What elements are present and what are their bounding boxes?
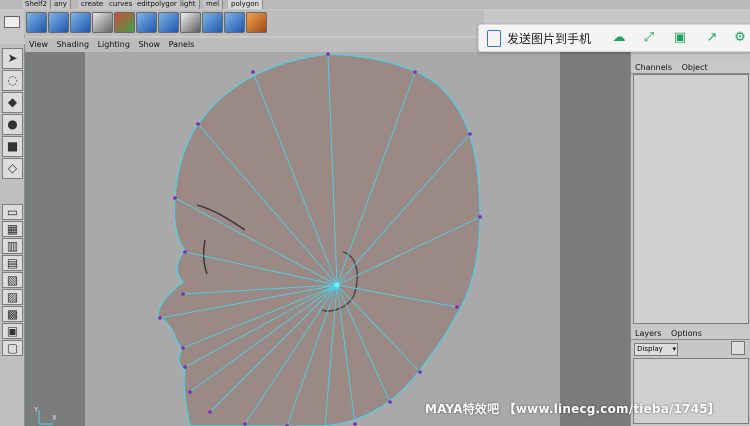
- tab-object[interactable]: Object: [682, 63, 708, 72]
- poly-checker-icon[interactable]: [92, 12, 113, 33]
- poly-cylinder-icon[interactable]: [70, 12, 91, 33]
- display-dropdown[interactable]: Display ▾: [634, 343, 678, 356]
- cloud-icon[interactable]: ☁: [611, 30, 627, 46]
- viewport-scene: Y X: [33, 52, 560, 426]
- split-layout-icon[interactable]: ▥: [2, 238, 23, 254]
- new-layer-icon[interactable]: [731, 341, 745, 355]
- poly-plane-icon[interactable]: [48, 12, 69, 33]
- combine-icon[interactable]: [246, 12, 267, 33]
- graph-layout-icon[interactable]: ▧: [2, 272, 23, 288]
- viewport-canvas[interactable]: Y X: [25, 52, 630, 426]
- display-dropdown-value: Display: [637, 345, 663, 353]
- tab-channels[interactable]: Channels: [635, 63, 672, 72]
- fullscreen-icon[interactable]: ⤢: [641, 30, 657, 46]
- toolbox: ➤ ◌ ◆ ● ■ ◇ ▭ ▦ ▥ ▤ ▧ ▨ ▩ ▣ ▢: [0, 44, 25, 426]
- merge-vertices-icon[interactable]: [180, 12, 201, 33]
- shelf-tab-any[interactable]: any: [51, 0, 71, 9]
- layer-editor-header: Layers Options: [631, 328, 750, 340]
- menu-panels[interactable]: Panels: [169, 40, 195, 49]
- menu-view[interactable]: View: [29, 40, 48, 49]
- phone-send-icon[interactable]: [487, 30, 501, 47]
- manipulator-tool-icon[interactable]: ◇: [2, 158, 23, 179]
- shelf-menu-icon: [4, 16, 20, 28]
- shelf-tab-create[interactable]: create: [78, 0, 108, 9]
- shelf-tab-editpolygon[interactable]: editpolygon: [134, 0, 183, 9]
- scale-tool-icon[interactable]: ■: [2, 136, 23, 157]
- menu-lighting[interactable]: Lighting: [98, 40, 130, 49]
- viewport-menu-bar: View Shading Lighting Show Panels: [25, 40, 196, 52]
- settings-gear-icon[interactable]: ⚙: [732, 30, 748, 46]
- shelf-tab-shelf2[interactable]: Shelf2: [22, 0, 52, 9]
- rotate-tool-icon[interactable]: ●: [2, 114, 23, 135]
- menu-shading[interactable]: Shading: [57, 40, 90, 49]
- custom-layout-icon[interactable]: ▢: [2, 340, 23, 356]
- share-icon[interactable]: ↗: [704, 30, 720, 46]
- send-to-phone-toolbar: 发送图片到手机 ☁ ⤢ ▣ ↗ ⚙: [478, 24, 750, 52]
- move-tool-icon[interactable]: ◆: [2, 92, 23, 113]
- select-tool-icon[interactable]: ➤: [2, 48, 23, 69]
- single-view-layout-icon[interactable]: ▭: [2, 204, 23, 220]
- axis-x-label: X: [52, 414, 57, 422]
- bevel-icon[interactable]: [224, 12, 245, 33]
- shelf-tab-polygon[interactable]: polygon: [228, 0, 263, 9]
- watermark-text: MAYA特效吧 【www.linecg.com/tieba/1745】: [425, 402, 721, 416]
- append-polygon-icon[interactable]: [202, 12, 223, 33]
- shelf-tab-mel[interactable]: mel: [203, 0, 224, 9]
- smooth-icon[interactable]: [114, 12, 135, 33]
- axis-y-label: Y: [33, 406, 39, 414]
- save-icon[interactable]: ▣: [672, 30, 688, 46]
- split-polygon-icon[interactable]: [158, 12, 179, 33]
- four-view-layout-icon[interactable]: ▦: [2, 221, 23, 237]
- shelf-icon-row: [24, 10, 484, 36]
- outliner-layout-icon[interactable]: ▤: [2, 255, 23, 271]
- extrude-face-icon[interactable]: [136, 12, 157, 33]
- script-layout-icon[interactable]: ▣: [2, 323, 23, 339]
- menu-show[interactable]: Show: [138, 40, 160, 49]
- shelf-tab-curves[interactable]: curves: [106, 0, 137, 9]
- chevron-down-icon: ▾: [672, 345, 676, 353]
- render-layout-icon[interactable]: ▩: [2, 306, 23, 322]
- shelf-menu-button[interactable]: [0, 10, 25, 38]
- shelf-tab-light[interactable]: light: [177, 0, 200, 9]
- axis-indicator: Y X: [33, 406, 57, 425]
- lasso-tool-icon[interactable]: ◌: [2, 70, 23, 91]
- send-to-phone-label[interactable]: 发送图片到手机: [507, 30, 591, 47]
- channel-box-panel: Channels Object Layers Options Display ▾: [630, 38, 750, 426]
- shelf-tab-bar: Shelf2 any create curves editpolygon lig…: [0, 0, 750, 9]
- channel-box-content: [633, 74, 749, 324]
- radial-center-vertex: [334, 282, 340, 288]
- poly-sphere-icon[interactable]: [26, 12, 47, 33]
- tab-options[interactable]: Options: [671, 329, 702, 338]
- tab-layers[interactable]: Layers: [635, 329, 661, 338]
- hypershade-layout-icon[interactable]: ▨: [2, 289, 23, 305]
- channel-box-header: Channels Object: [631, 62, 750, 74]
